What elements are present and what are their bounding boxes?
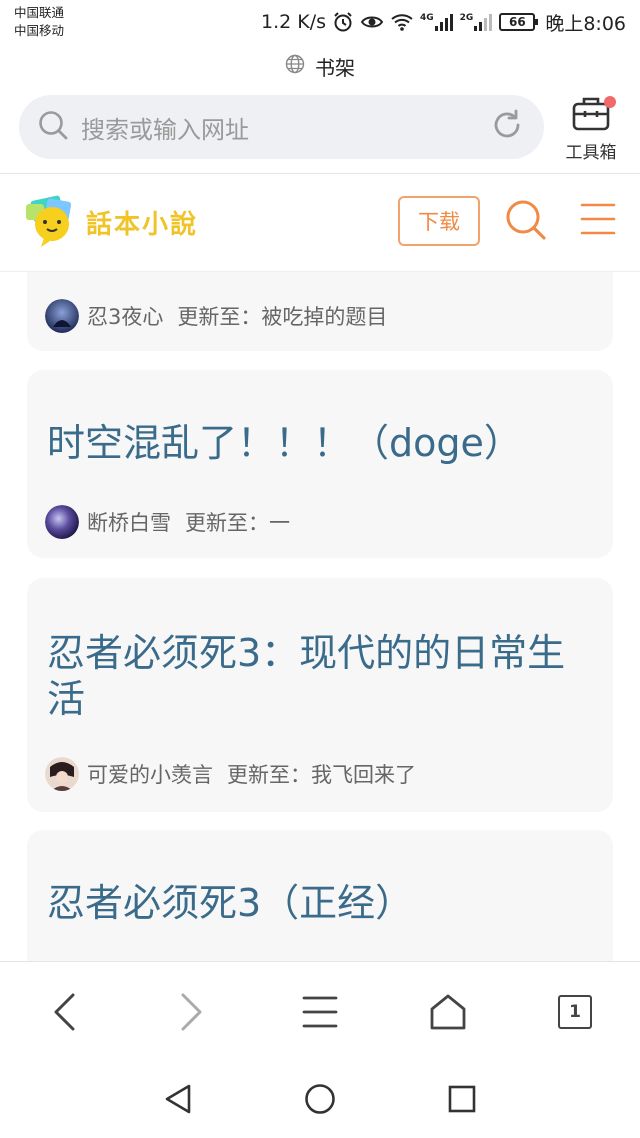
latest-update: 更新至：被吃掉的题目 — [177, 305, 388, 329]
status-bar: 中国联通 中国移动 1.2 K/s 4G 2G 66 晚上8:06 — [0, 0, 640, 44]
carrier-info: 中国联通 中国移动 — [14, 4, 64, 40]
back-arrow-icon — [54, 993, 75, 1031]
address-bar[interactable]: 搜索或输入网址 — [19, 95, 544, 159]
book-card[interactable]: 忍3夜心 更新至：被吃掉的题目 — [27, 272, 613, 351]
book-card[interactable]: 时空混乱了！！！（doge） 断桥白雪 更新至：一 — [27, 370, 613, 558]
globe-icon — [285, 54, 305, 79]
site-search-icon[interactable] — [504, 198, 548, 246]
author-name: 忍3夜心 — [87, 305, 164, 329]
toolbox-icon — [571, 97, 611, 136]
forward-button[interactable] — [168, 988, 216, 1036]
search-icon — [37, 109, 69, 145]
square-recents-icon — [448, 1085, 476, 1113]
system-home-button[interactable] — [300, 1079, 340, 1119]
avatar — [45, 757, 79, 791]
forward-arrow-icon — [181, 993, 202, 1031]
signal-icon — [434, 14, 453, 31]
network-speed: 1.2 K/s — [261, 11, 327, 33]
book-meta: 可爱的小羡言 更新至：我飞回来了 — [45, 756, 416, 792]
alarm-icon — [332, 11, 354, 33]
notification-dot — [604, 96, 616, 108]
wifi-icon — [390, 12, 414, 32]
menu-icon — [302, 996, 338, 1028]
signal-icon-2 — [474, 14, 493, 31]
book-title[interactable]: 忍者必须死3（正经） — [47, 880, 593, 926]
back-button[interactable] — [40, 988, 88, 1036]
carrier-2: 中国移动 — [14, 23, 65, 38]
home-icon — [430, 994, 466, 1030]
circle-home-icon — [305, 1084, 335, 1114]
avatar — [45, 299, 79, 333]
reload-icon[interactable] — [490, 108, 524, 146]
avatar — [45, 505, 79, 539]
network-type-1: 4G — [420, 13, 434, 23]
tab-count: 1 — [558, 995, 592, 1029]
page-title: 书架 — [315, 55, 355, 80]
system-back-button[interactable] — [158, 1079, 198, 1119]
book-title[interactable]: 忍者必须死3：现代的的日常生活 — [47, 630, 593, 722]
book-card[interactable]: 忍者必须死3（正经） — [27, 830, 613, 961]
system-nav-bar — [0, 1059, 640, 1138]
eye-comfort-icon — [360, 12, 384, 32]
tabs-button[interactable]: 1 — [551, 988, 599, 1036]
page-title-row: 书架 — [0, 46, 640, 86]
book-title[interactable]: 时空混乱了！！！（doge） — [47, 420, 593, 466]
site-menu-icon[interactable] — [580, 202, 616, 240]
latest-update: 更新至：我飞回来了 — [227, 763, 416, 787]
book-card[interactable]: 忍者必须死3：现代的的日常生活 可爱的小羡言 更新至：我飞回来了 — [27, 578, 613, 812]
system-recents-button[interactable] — [442, 1079, 482, 1119]
book-meta: 忍3夜心 更新至：被吃掉的题目 — [45, 298, 387, 334]
clock: 晚上8:06 — [545, 12, 626, 35]
logo-text: 話本小說 — [86, 209, 199, 240]
book-list: 忍3夜心 更新至：被吃掉的题目 时空混乱了！！！（doge） 断桥白雪 更新至：… — [0, 272, 640, 961]
book-meta: 断桥白雪 更新至：一 — [45, 504, 290, 540]
network-type-2: 2G — [459, 13, 474, 23]
latest-update: 更新至：一 — [185, 511, 290, 535]
address-input-placeholder[interactable]: 搜索或输入网址 — [81, 110, 490, 145]
menu-button[interactable] — [296, 988, 344, 1036]
toolbox-label: 工具箱 — [565, 143, 617, 163]
download-button[interactable]: 下载 — [398, 196, 480, 246]
toolbox-button[interactable]: 工具箱 — [556, 94, 626, 164]
site-logo[interactable]: 話本小說 — [22, 194, 198, 250]
browser-bottom-nav: 1 — [0, 961, 640, 1059]
triangle-back-icon — [165, 1084, 191, 1114]
author-name: 断桥白雪 — [87, 511, 171, 535]
battery-icon: 66 — [499, 13, 539, 31]
carrier-1: 中国联通 — [14, 5, 65, 20]
logo-mascot-icon — [26, 195, 72, 247]
author-name: 可爱的小羡言 — [87, 763, 213, 787]
home-button[interactable] — [424, 988, 472, 1036]
